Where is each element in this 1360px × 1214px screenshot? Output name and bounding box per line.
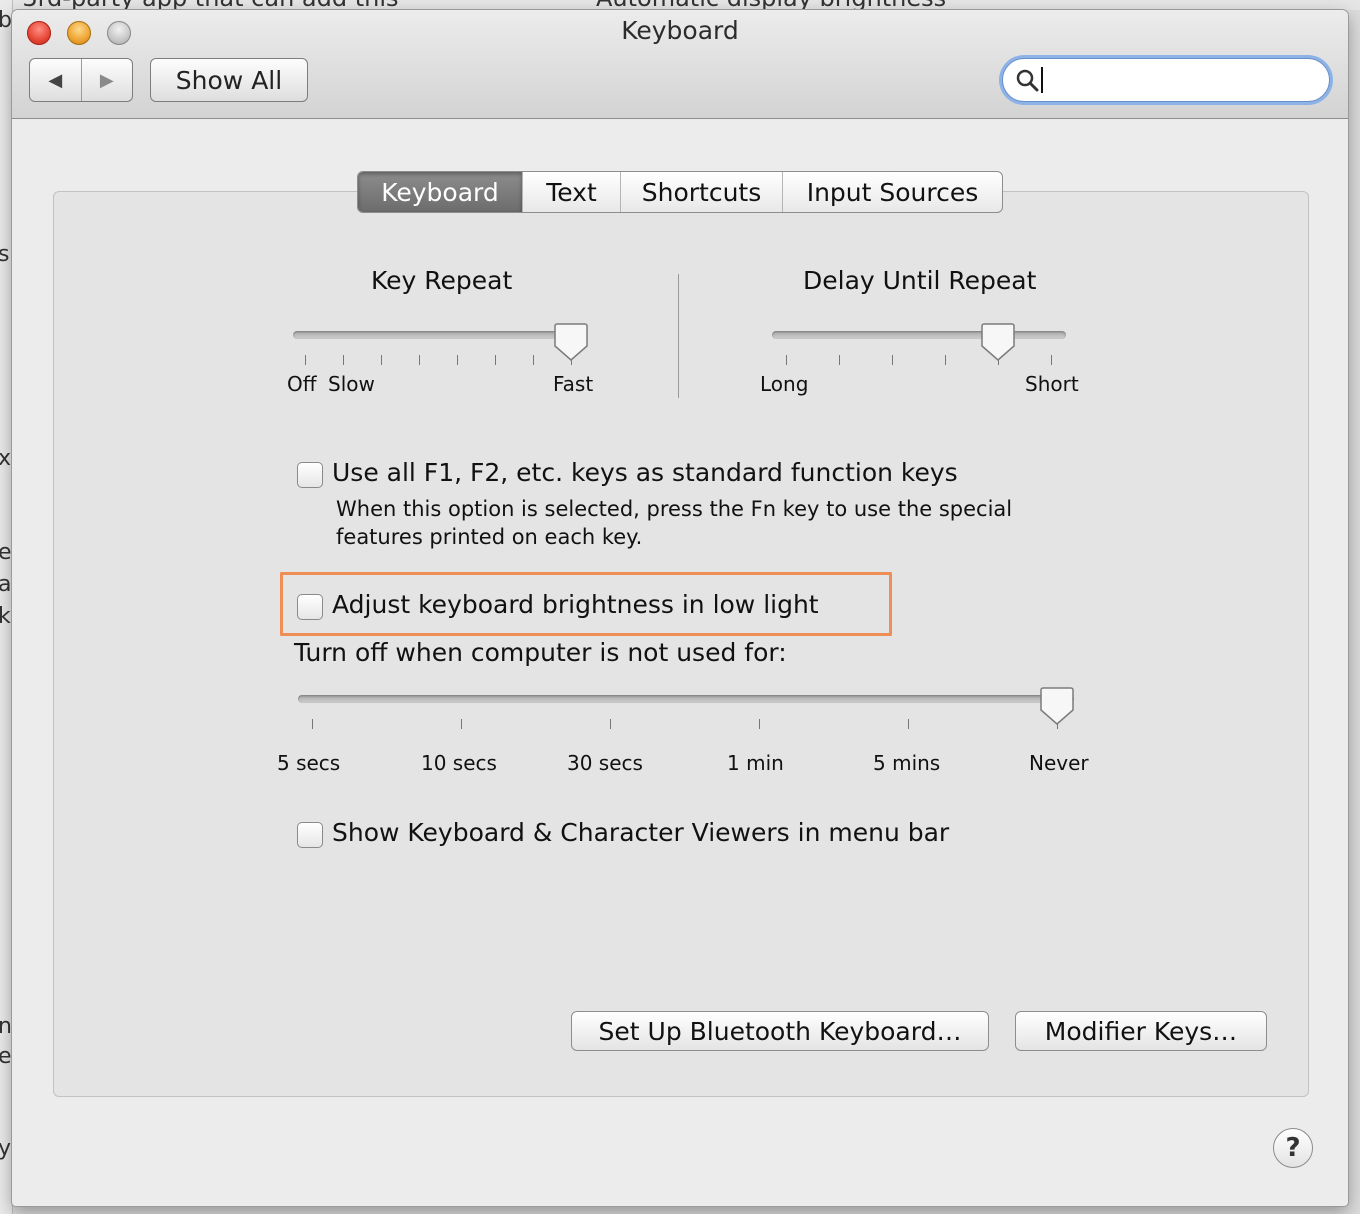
delay-until-repeat-slider[interactable] — [772, 331, 1066, 339]
help-icon: ? — [1285, 1133, 1301, 1163]
turn-off-slider[interactable] — [298, 695, 1074, 703]
setup-bluetooth-keyboard-button[interactable]: Set Up Bluetooth Keyboard… — [571, 1011, 989, 1051]
tab-text[interactable]: Text — [522, 172, 620, 212]
key-repeat-off-label: Off — [287, 372, 317, 396]
tab-bar: Keyboard Text Shortcuts Input Sources — [357, 171, 1003, 213]
show-viewers-checkbox[interactable] — [297, 822, 323, 848]
keyboard-brightness-checkbox[interactable] — [297, 594, 323, 620]
background-text-right: Automatic display brightness — [596, 0, 946, 10]
tab-shortcuts[interactable]: Shortcuts — [620, 172, 782, 212]
show-viewers-label[interactable]: Show Keyboard & Character Viewers in men… — [332, 818, 949, 847]
window-title: Keyboard — [621, 16, 739, 45]
delay-until-repeat-title: Delay Until Repeat — [803, 266, 1037, 295]
search-field[interactable] — [1002, 58, 1330, 102]
delay-long-label: Long — [760, 372, 809, 396]
background-fragment: k — [0, 604, 11, 629]
tab-keyboard[interactable]: Keyboard — [358, 172, 522, 212]
turn-off-stop-label: 1 min — [727, 751, 784, 775]
key-repeat-slider[interactable] — [293, 331, 587, 339]
delay-slider-knob[interactable] — [981, 322, 1015, 362]
background-fragment: e — [0, 540, 12, 565]
background-text-left: a 3rd-party app that can add this — [0, 0, 399, 10]
forward-button[interactable]: ▶ — [82, 59, 133, 101]
background-fragment: y — [0, 1136, 11, 1161]
background-fragment: b — [0, 8, 12, 33]
background-window-top: a 3rd-party app that can add this Automa… — [0, 0, 1360, 10]
back-forward-control: ◀ ▶ — [29, 58, 133, 102]
background-fragment: n — [0, 1014, 12, 1039]
titlebar: Keyboard ◀ ▶ Show All — [12, 10, 1348, 119]
back-button[interactable]: ◀ — [30, 59, 82, 101]
keyboard-preferences-window: Keyboard ◀ ▶ Show All Keyboard Text Shor… — [12, 10, 1348, 1206]
back-arrow-icon: ◀ — [48, 69, 63, 91]
turn-off-stop-label: 5 secs — [277, 751, 341, 775]
turn-off-stop-label: 5 mins — [873, 751, 941, 775]
turn-off-slider-knob[interactable] — [1040, 686, 1074, 726]
slider-divider — [678, 274, 679, 398]
turn-off-stop-label: Never — [1029, 751, 1089, 775]
modifier-keys-button[interactable]: Modifier Keys… — [1015, 1011, 1267, 1051]
search-icon — [1016, 69, 1039, 92]
background-fragment: e — [0, 1044, 12, 1069]
turn-off-stop-label: 10 secs — [421, 751, 497, 775]
forward-arrow-icon: ▶ — [99, 69, 114, 91]
key-repeat-slider-knob[interactable] — [554, 322, 588, 362]
background-fragment: s — [0, 242, 9, 267]
text-caret — [1041, 67, 1043, 93]
key-repeat-slow-label: Slow — [328, 372, 375, 396]
delay-short-label: Short — [1025, 372, 1079, 396]
fn-keys-checkbox[interactable] — [297, 462, 323, 488]
tab-input-sources[interactable]: Input Sources — [782, 172, 1002, 212]
turn-off-stop-label: 30 secs — [567, 751, 643, 775]
show-all-button[interactable]: Show All — [150, 58, 308, 102]
turn-off-label: Turn off when computer is not used for: — [294, 638, 787, 667]
fn-keys-description-line-2: features printed on each key. — [336, 525, 643, 549]
fn-keys-description-line-1: When this option is selected, press the … — [336, 497, 1013, 521]
fn-keys-label[interactable]: Use all F1, F2, etc. keys as standard fu… — [332, 458, 958, 487]
help-button[interactable]: ? — [1273, 1128, 1313, 1168]
key-repeat-title: Key Repeat — [371, 266, 513, 295]
keyboard-brightness-label[interactable]: Adjust keyboard brightness in low light — [332, 590, 819, 619]
key-repeat-fast-label: Fast — [553, 372, 594, 396]
